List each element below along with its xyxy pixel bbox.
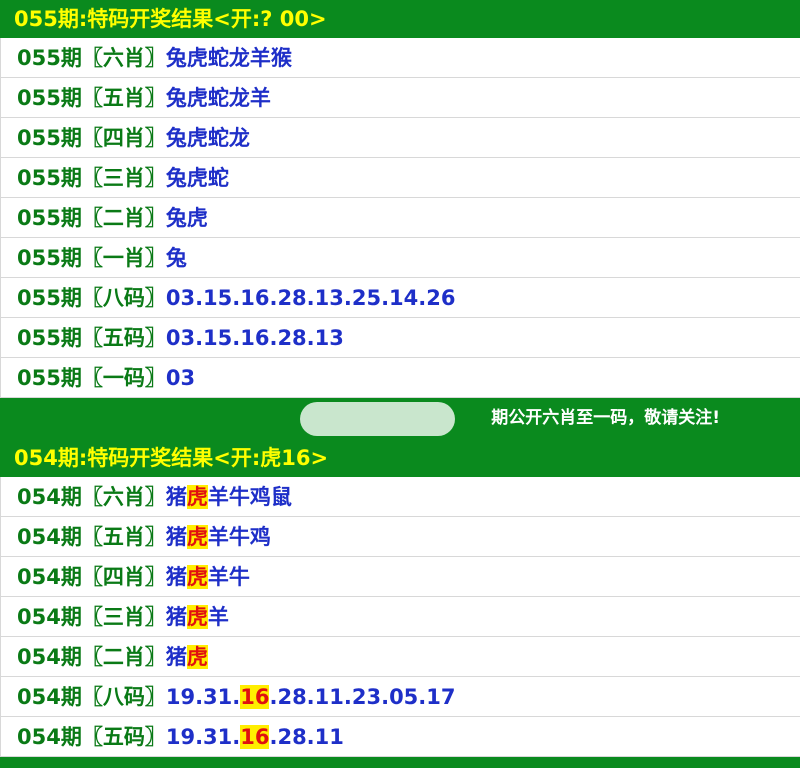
row-value-before: 19.31. [165, 725, 241, 749]
row-prefix: 055期〖一码〗 [17, 366, 166, 390]
row-prefix: 055期〖一肖〗 [17, 246, 166, 270]
result-row: 055期〖六肖〗兔虎蛇龙羊猴 [0, 38, 800, 78]
winning-highlight: 虎 [186, 485, 208, 509]
row-value: 03.15.16.28.13.25.14.26 [165, 286, 456, 310]
row-prefix: 055期〖二肖〗 [17, 206, 166, 230]
row-prefix: 055期〖五码〗 [17, 326, 166, 350]
row-value: 兔虎 [165, 206, 208, 230]
winning-highlight: 虎 [186, 645, 208, 669]
row-value-after: .28.11.23.05.17 [269, 685, 456, 709]
row-value-after: 羊牛鸡 [207, 525, 271, 549]
result-row: 054期〖三肖〗猪虎羊 [0, 597, 800, 637]
row-prefix: 055期〖六肖〗 [17, 46, 166, 70]
result-row: 055期〖四肖〗兔虎蛇龙 [0, 118, 800, 158]
row-value-after: 羊 [207, 605, 229, 629]
result-row: 054期〖四肖〗猪虎羊牛 [0, 557, 800, 597]
section-055-header: 055期:特码开奖结果<开:? 00> [0, 0, 800, 38]
winning-highlight: 16 [240, 725, 270, 749]
section-054-header: 054期:特码开奖结果<开:虎16> [0, 439, 800, 477]
result-row: 055期〖二肖〗兔虎 [0, 198, 800, 238]
blurred-redaction [300, 402, 455, 436]
row-value-before: 猪 [165, 485, 187, 509]
result-row: 054期〖六肖〗猪虎羊牛鸡鼠 [0, 477, 800, 517]
row-value: 兔 [165, 246, 187, 270]
row-prefix: 055期〖八码〗 [17, 286, 166, 310]
result-row: 055期〖八码〗03.15.16.28.13.25.14.26 [0, 278, 800, 318]
result-row: 055期〖五码〗03.15.16.28.13 [0, 318, 800, 358]
winning-highlight: 虎 [186, 565, 208, 589]
result-row: 055期〖一码〗03 [0, 358, 800, 398]
row-value-after: 羊牛鸡鼠 [207, 485, 292, 509]
row-value-before: 猪 [165, 605, 187, 629]
winning-highlight: 16 [240, 685, 270, 709]
results-page: 055期:特码开奖结果<开:? 00> 055期〖六肖〗兔虎蛇龙羊猴 055期〖… [0, 0, 800, 768]
row-value: 兔虎蛇龙羊 [165, 86, 271, 110]
winning-highlight: 虎 [186, 525, 208, 549]
row-value-before: 猪 [165, 565, 187, 589]
row-value-before: 猪 [165, 645, 187, 669]
row-prefix: 054期〖三肖〗 [17, 605, 166, 629]
row-prefix: 054期〖六肖〗 [17, 485, 166, 509]
result-row: 054期〖五码〗19.31.16.28.11 [0, 717, 800, 757]
result-row: 054期〖八码〗19.31.16.28.11.23.05.17 [0, 677, 800, 717]
notice-text: 期公开六肖至一码，敬请关注! [491, 408, 720, 428]
row-value: 兔虎蛇 [165, 166, 229, 190]
row-value: 03 [165, 366, 196, 390]
result-row: 054期〖五肖〗猪虎羊牛鸡 [0, 517, 800, 557]
row-value-after: .28.11 [269, 725, 344, 749]
result-row: 055期〖三肖〗兔虎蛇 [0, 158, 800, 198]
result-row: 055期〖五肖〗兔虎蛇龙羊 [0, 78, 800, 118]
row-value: 兔虎蛇龙羊猴 [165, 46, 292, 70]
row-prefix: 055期〖四肖〗 [17, 126, 166, 150]
result-row: 055期〖一肖〗兔 [0, 238, 800, 278]
row-prefix: 054期〖八码〗 [17, 685, 166, 709]
row-value-before: 19.31. [165, 685, 241, 709]
row-prefix: 054期〖五码〗 [17, 725, 166, 749]
row-prefix: 054期〖四肖〗 [17, 565, 166, 589]
row-value: 兔虎蛇龙 [165, 126, 250, 150]
row-prefix: 054期〖二肖〗 [17, 645, 166, 669]
row-value-after: 羊牛 [207, 565, 250, 589]
winning-highlight: 虎 [186, 605, 208, 629]
result-row: 054期〖二肖〗猪虎 [0, 637, 800, 677]
row-value: 03.15.16.28.13 [165, 326, 344, 350]
row-prefix: 055期〖三肖〗 [17, 166, 166, 190]
notice-banner: 期公开六肖至一码，敬请关注! [0, 398, 800, 439]
row-prefix: 055期〖五肖〗 [17, 86, 166, 110]
bottom-bar [0, 757, 800, 768]
row-value-before: 猪 [165, 525, 187, 549]
row-prefix: 054期〖五肖〗 [17, 525, 166, 549]
